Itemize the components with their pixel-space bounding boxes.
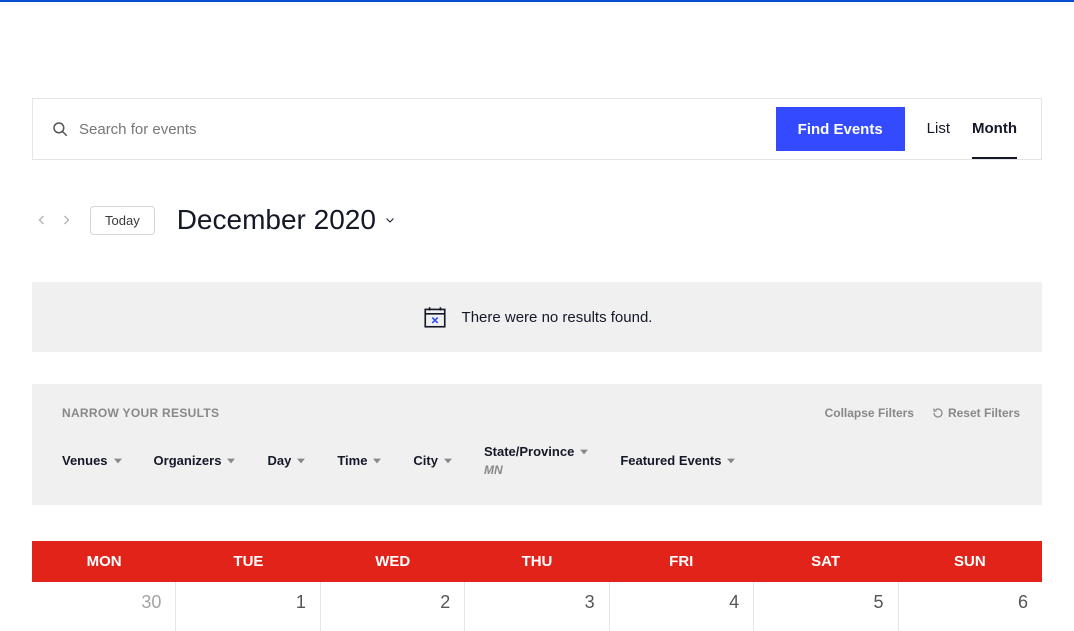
filter-venues-label: Venues xyxy=(62,453,108,468)
filter-city[interactable]: City xyxy=(413,444,452,477)
find-events-button[interactable]: Find Events xyxy=(776,107,905,151)
view-switcher: List Month xyxy=(927,100,1041,159)
reset-icon xyxy=(932,407,944,419)
caret-down-icon xyxy=(373,457,381,465)
calendar-row: 30 1 2 3 4 5 6 xyxy=(32,582,1042,631)
month-picker[interactable]: December 2020 xyxy=(177,204,396,236)
calendar-header-row: MON TUE WED THU FRI SAT SUN xyxy=(32,541,1042,582)
search-icon xyxy=(51,120,69,138)
caret-down-icon xyxy=(297,457,305,465)
caret-down-icon xyxy=(227,457,235,465)
cal-head-sun: SUN xyxy=(898,541,1042,582)
filter-featured[interactable]: Featured Events xyxy=(620,444,735,477)
calendar-empty-icon xyxy=(422,304,448,330)
cal-head-sat: SAT xyxy=(753,541,897,582)
cal-head-tue: TUE xyxy=(176,541,320,582)
filter-organizers[interactable]: Organizers xyxy=(154,444,236,477)
search-field-wrap xyxy=(33,120,776,138)
cal-head-thu: THU xyxy=(465,541,609,582)
filter-heading: NARROW YOUR RESULTS xyxy=(62,406,219,420)
filter-state-value: MN xyxy=(484,463,588,477)
date-navigation: Today December 2020 xyxy=(32,204,1042,236)
month-title-text: December 2020 xyxy=(177,204,376,236)
today-button[interactable]: Today xyxy=(90,206,155,235)
filter-venues[interactable]: Venues xyxy=(62,444,122,477)
cal-day[interactable]: 4 xyxy=(610,582,754,631)
search-bar: Find Events List Month xyxy=(32,98,1042,160)
filter-day[interactable]: Day xyxy=(267,444,305,477)
cal-day[interactable]: 2 xyxy=(321,582,465,631)
search-input[interactable] xyxy=(79,121,758,138)
cal-day[interactable]: 3 xyxy=(465,582,609,631)
filter-time-label: Time xyxy=(337,453,367,468)
cal-day[interactable]: 6 xyxy=(899,582,1042,631)
cal-head-mon: MON xyxy=(32,541,176,582)
caret-down-icon xyxy=(727,457,735,465)
chevron-down-icon xyxy=(384,214,396,226)
prev-month-button[interactable] xyxy=(32,210,52,230)
caret-down-icon xyxy=(444,457,452,465)
view-month[interactable]: Month xyxy=(972,100,1017,159)
reset-filters-button[interactable]: Reset Filters xyxy=(932,406,1020,420)
view-list[interactable]: List xyxy=(927,100,950,159)
caret-down-icon xyxy=(114,457,122,465)
filter-organizers-label: Organizers xyxy=(154,453,222,468)
nav-arrows xyxy=(32,210,76,230)
filter-day-label: Day xyxy=(267,453,291,468)
calendar-grid: MON TUE WED THU FRI SAT SUN 30 1 2 3 4 5… xyxy=(32,541,1042,631)
reset-filters-label: Reset Filters xyxy=(948,406,1020,420)
no-results-banner: There were no results found. xyxy=(32,282,1042,352)
cal-day[interactable]: 1 xyxy=(176,582,320,631)
cal-day[interactable]: 30 xyxy=(32,582,176,631)
cal-head-wed: WED xyxy=(321,541,465,582)
caret-down-icon xyxy=(580,448,588,456)
filter-state-label: State/Province xyxy=(484,444,574,459)
filter-state[interactable]: State/Province MN xyxy=(484,444,588,477)
filter-panel: NARROW YOUR RESULTS Collapse Filters Res… xyxy=(32,384,1042,505)
collapse-filters-button[interactable]: Collapse Filters xyxy=(825,406,914,420)
filter-city-label: City xyxy=(413,453,438,468)
next-month-button[interactable] xyxy=(56,210,76,230)
cal-head-fri: FRI xyxy=(609,541,753,582)
cal-day[interactable]: 5 xyxy=(754,582,898,631)
no-results-text: There were no results found. xyxy=(462,309,653,326)
filter-time[interactable]: Time xyxy=(337,444,381,477)
filter-featured-label: Featured Events xyxy=(620,453,721,468)
